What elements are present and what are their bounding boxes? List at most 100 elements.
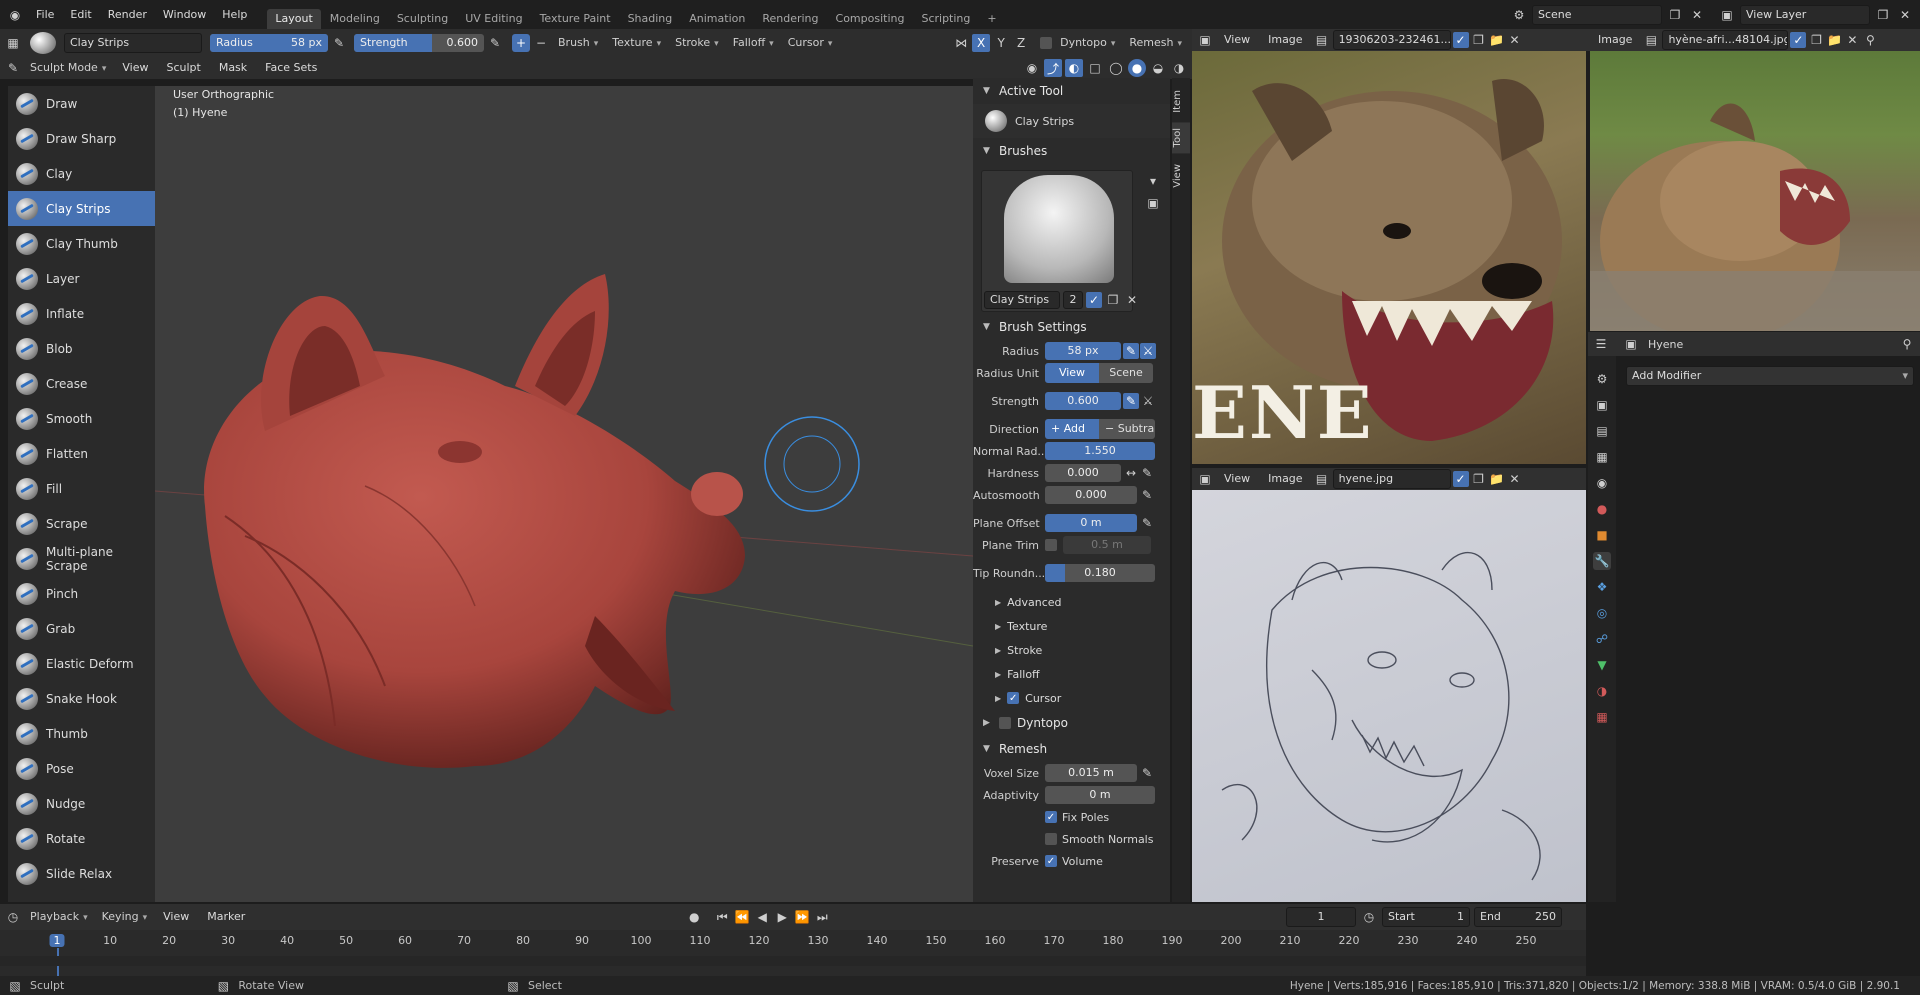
tab-shading[interactable]: Shading [620, 9, 681, 29]
subpanel-stroke[interactable]: ▶ Stroke [973, 638, 1170, 662]
image-3-open-icon[interactable]: 📁 [1489, 470, 1505, 488]
menu-edit[interactable]: Edit [62, 4, 99, 26]
output-properties-icon[interactable]: ▤ [1593, 422, 1611, 440]
image-editor-1-image-menu[interactable]: Image [1260, 29, 1310, 51]
tool-layer[interactable]: Layer [8, 261, 155, 296]
image-3-unlink-icon[interactable]: ✕ [1507, 470, 1523, 488]
hyena-photo-1[interactable]: ENE [1192, 51, 1586, 464]
fake-user-icon[interactable]: ✓ [1086, 292, 1102, 308]
tool-scrape[interactable]: Scrape [8, 506, 155, 541]
tab-texture-paint[interactable]: Texture Paint [532, 9, 619, 29]
tool-slide-relax[interactable]: Slide Relax [8, 856, 155, 891]
hardness-invert-icon[interactable]: ↔ [1123, 465, 1139, 481]
brush-users-count[interactable]: 2 [1063, 291, 1083, 309]
tool-flatten[interactable]: Flatten [8, 436, 155, 471]
stroke-menu[interactable]: Stroke [669, 33, 725, 53]
tab-scripting[interactable]: Scripting [913, 9, 978, 29]
subpanel-advanced[interactable]: ▶ Advanced [973, 590, 1170, 614]
fix-poles-checkbox[interactable]: ✓ [1045, 811, 1057, 823]
active-tool-row[interactable]: Clay Strips [973, 104, 1170, 138]
hardness-field[interactable]: 0.000 [1045, 464, 1121, 482]
menu-file[interactable]: File [28, 4, 62, 26]
tool-clay-thumb[interactable]: Clay Thumb [8, 226, 155, 261]
constraints-properties-icon[interactable]: ☍ [1593, 630, 1611, 648]
tool-multi-plane-scrape[interactable]: Multi-plane Scrape [8, 541, 155, 576]
image-2-open-icon[interactable]: 📁 [1826, 31, 1842, 49]
tool-inflate[interactable]: Inflate [8, 296, 155, 331]
tab-animation[interactable]: Animation [681, 9, 753, 29]
adaptivity-field[interactable]: 0 m [1045, 786, 1155, 804]
view-layer-properties-icon[interactable]: ▦ [1593, 448, 1611, 466]
tool-clay[interactable]: Clay [8, 156, 155, 191]
menu-window[interactable]: Window [155, 4, 214, 26]
dyntopo-panel-header[interactable]: ▶ Dyntopo [973, 710, 1170, 736]
rendered-shading-icon[interactable]: ◑ [1170, 59, 1188, 77]
radius-lock-icon[interactable]: ⚔ [1140, 343, 1156, 359]
material-properties-icon[interactable]: ◑ [1593, 682, 1611, 700]
sculpt-model[interactable] [155, 86, 973, 902]
particles-properties-icon[interactable]: ❖ [1593, 578, 1611, 596]
mirror-z-toggle[interactable]: Z [1012, 34, 1030, 52]
image-2-unlink-icon[interactable]: ✕ [1844, 31, 1860, 49]
brush-preview-icon[interactable] [30, 32, 56, 54]
menu-render[interactable]: Render [100, 4, 155, 26]
object-properties-icon[interactable]: ■ [1593, 526, 1611, 544]
tool-blob[interactable]: Blob [8, 331, 155, 366]
brush-name-field[interactable]: Clay Strips [64, 33, 202, 53]
scene-field[interactable]: Scene [1532, 4, 1662, 25]
tool-elastic-deform[interactable]: Elastic Deform [8, 646, 155, 681]
hyena-photo-2[interactable] [1590, 51, 1920, 331]
dyntopo-checkbox[interactable] [1040, 37, 1053, 49]
sculpt-menu[interactable]: Sculpt [158, 57, 208, 79]
tool-rotate[interactable]: Rotate [8, 821, 155, 856]
voxel-size-field[interactable]: 0.015 m [1045, 764, 1137, 782]
scene-properties-icon[interactable]: ◉ [1593, 474, 1611, 492]
image-editor-1-view-menu[interactable]: View [1216, 29, 1258, 51]
gizmo-icon[interactable]: ⤴ [1044, 59, 1062, 77]
radius-pressure-toggle-icon[interactable]: ✎ [1123, 343, 1139, 359]
tab-compositing[interactable]: Compositing [828, 9, 913, 29]
image-1-unlink-icon[interactable]: ✕ [1507, 31, 1523, 49]
cursor-checkbox[interactable]: ✓ [1007, 692, 1020, 704]
image-editor-1-image-name[interactable]: 19306203-232461... [1332, 30, 1451, 50]
direction-subtract-button[interactable]: − Subtra [1099, 419, 1155, 439]
autosmooth-field[interactable]: 0.000 [1045, 486, 1137, 504]
brush-image-icon[interactable]: ▣ [1144, 194, 1162, 212]
image-editor-3-image-name[interactable]: hyene.jpg [1332, 469, 1451, 489]
tool-crease[interactable]: Crease [8, 366, 155, 401]
tool-clay-strips[interactable]: Clay Strips [8, 191, 155, 226]
tool-fill[interactable]: Fill [8, 471, 155, 506]
modifier-properties-icon[interactable]: 🔧 [1593, 552, 1611, 570]
plane-trim-field[interactable]: 0.5 m [1063, 536, 1151, 554]
subpanel-texture[interactable]: ▶ Texture [973, 614, 1170, 638]
mirror-x-toggle[interactable]: X [972, 34, 991, 52]
blender-logo-icon[interactable]: ◉ [6, 6, 24, 24]
strength-field[interactable]: 0.600 [1045, 392, 1121, 410]
radius-slider[interactable]: Radius 58 px [210, 34, 328, 52]
xray-icon[interactable]: □ [1086, 59, 1104, 77]
brush-thumbnail-frame[interactable]: Clay Strips 2 ✓ ❐ ✕ [981, 170, 1137, 312]
pin-icon[interactable]: ⚲ [1898, 335, 1916, 353]
subpanel-falloff[interactable]: ▶ Falloff [973, 662, 1170, 686]
new-scene-icon[interactable]: ❐ [1666, 6, 1684, 24]
tab-item[interactable]: Item [1172, 84, 1190, 119]
tool-thumb[interactable]: Thumb [8, 716, 155, 751]
tool-grab[interactable]: Grab [8, 611, 155, 646]
brushes-panel-header[interactable]: ▼ Brushes [973, 138, 1170, 164]
image-editor-2-image-name[interactable]: hyène-afri...48104.jpg [1662, 30, 1789, 50]
view-layer-field[interactable]: View Layer [1740, 4, 1870, 25]
delete-view-layer-icon[interactable]: ✕ [1896, 6, 1914, 24]
duplicate-brush-icon[interactable]: ❐ [1105, 292, 1121, 308]
tool-pose[interactable]: Pose [8, 751, 155, 786]
brush-settings-panel-header[interactable]: ▼ Brush Settings [973, 314, 1170, 340]
unlink-brush-icon[interactable]: ✕ [1124, 292, 1140, 308]
tool-properties-icon[interactable]: ⚙ [1593, 370, 1611, 388]
tool-nudge[interactable]: Nudge [8, 786, 155, 821]
tab-layout[interactable]: Layout [267, 9, 321, 29]
tool-smooth[interactable]: Smooth [8, 401, 155, 436]
image-2-new-icon[interactable]: ❐ [1808, 31, 1824, 49]
view-menu[interactable]: View [114, 57, 156, 79]
tab-rendering[interactable]: Rendering [754, 9, 826, 29]
brush-list-chevron-icon[interactable]: ▾ [1144, 172, 1162, 190]
dyntopo-menu[interactable]: Dyntopo [1054, 33, 1121, 53]
